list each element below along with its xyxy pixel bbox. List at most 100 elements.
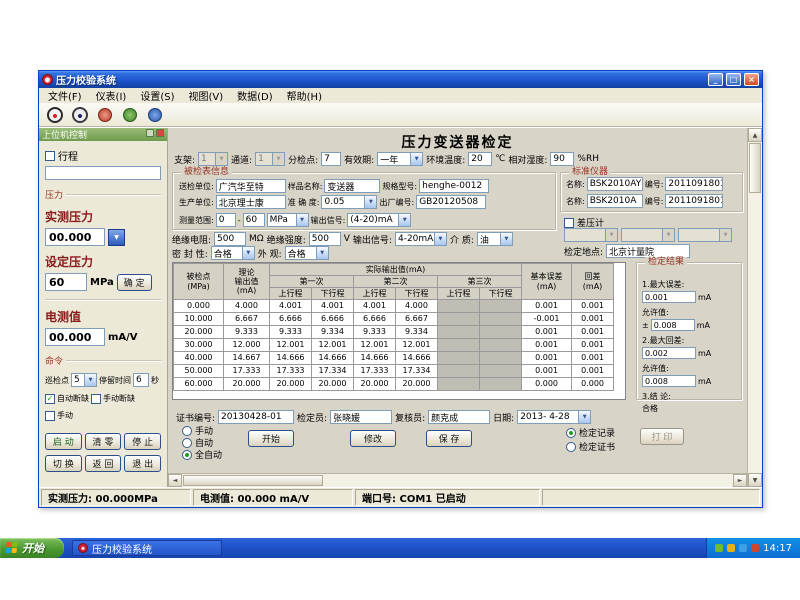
table-cell[interactable]: 20.000 [224, 378, 270, 391]
chevron-down-icon[interactable]: ▼ [272, 153, 284, 165]
table-cell[interactable]: 6.667 [396, 313, 438, 326]
std1-name-input[interactable]: BSK2010AY [587, 177, 643, 191]
table-cell[interactable]: 12.001 [396, 339, 438, 352]
tray-yellow-icon[interactable] [727, 544, 735, 552]
chevron-down-icon[interactable]: ▼ [316, 247, 328, 259]
tray-red-icon[interactable] [751, 544, 759, 552]
set-pressure-input[interactable]: 60 [45, 273, 87, 291]
factory-no-input[interactable]: GB20120508 [416, 195, 486, 209]
table-cell[interactable] [438, 352, 480, 365]
output-signal-select[interactable]: (4-20)mA▼ [347, 213, 411, 227]
horizontal-scrollbar[interactable]: ◄ ► [168, 473, 747, 487]
confirm-button[interactable]: 确 定 [117, 274, 152, 291]
table-cell[interactable]: -0.001 [522, 313, 572, 326]
table-cell[interactable] [480, 326, 522, 339]
table-cell[interactable]: 0.000 [174, 300, 224, 313]
table-cell[interactable]: 4.001 [354, 300, 396, 313]
table-cell[interactable]: 20.000 [396, 378, 438, 391]
scroll-down-icon[interactable]: ▼ [748, 473, 762, 487]
table-cell[interactable]: 4.001 [312, 300, 354, 313]
table-cell[interactable] [480, 313, 522, 326]
manual-break-checkbox[interactable]: ✓ [91, 394, 101, 404]
table-cell[interactable] [438, 365, 480, 378]
table-cell[interactable] [438, 300, 480, 313]
maker-input[interactable]: 北京理士康 [216, 195, 286, 209]
table-cell[interactable]: 0.000 [572, 378, 614, 391]
settings-tool[interactable] [144, 104, 165, 125]
range-to-input[interactable]: 60 [243, 213, 265, 227]
table-cell[interactable] [480, 352, 522, 365]
vertical-scrollbar[interactable]: ▲ ▼ [747, 128, 762, 487]
reviewer-input[interactable]: 颜克成 [428, 410, 490, 424]
points-input[interactable]: 7 [321, 152, 341, 166]
chevron-down-icon[interactable]: ▼ [364, 196, 376, 208]
table-cell[interactable]: 20.000 [174, 326, 224, 339]
scroll-left-icon[interactable]: ◄ [168, 474, 182, 487]
mode-manual-radio[interactable] [182, 426, 192, 436]
patrol-select[interactable]: 5▼ [71, 373, 97, 387]
manual-checkbox[interactable]: ✓ [45, 411, 55, 421]
table-cell[interactable]: 40.000 [174, 352, 224, 365]
table-cell[interactable]: 17.334 [396, 365, 438, 378]
verification-table[interactable]: 被检点 (MPa) 理论 输出值 (mA) 实际输出值(mA) 基本误差 (mA… [172, 262, 626, 400]
scroll-up-icon[interactable]: ▲ [748, 128, 762, 142]
table-cell[interactable]: 20.000 [354, 378, 396, 391]
range-unit-select[interactable]: MPa▼ [267, 213, 309, 227]
auto-break-checkbox[interactable]: ✓ [45, 394, 55, 404]
chevron-down-icon[interactable]: ▼ [434, 233, 446, 245]
table-cell[interactable]: 0.001 [572, 326, 614, 339]
table-cell[interactable]: 50.000 [174, 365, 224, 378]
medium-select[interactable]: 油▼ [477, 232, 513, 246]
output-signal2-select[interactable]: 4-20mA▼ [395, 232, 447, 246]
clock[interactable]: 14:17 [763, 543, 792, 554]
std2-name-input[interactable]: BSK2010A [587, 194, 643, 208]
modify-button[interactable]: 修改 [350, 430, 396, 447]
close-button[interactable]: × [744, 73, 759, 86]
menu-settings[interactable]: 设置(S) [133, 88, 181, 103]
table-cell[interactable]: 12.000 [224, 339, 270, 352]
appearance-select[interactable]: 合格▼ [285, 246, 329, 260]
table-cell[interactable]: 12.001 [270, 339, 312, 352]
stroke-input[interactable] [45, 166, 161, 180]
insulation-res-input[interactable]: 500 [214, 232, 246, 246]
std1-no-input[interactable]: 2011091801 [665, 177, 723, 191]
diff-gauge-checkbox[interactable]: ✓ [564, 218, 574, 228]
table-cell[interactable]: 0.001 [522, 352, 572, 365]
table-cell[interactable]: 0.001 [572, 352, 614, 365]
record-radio[interactable] [566, 428, 576, 438]
zero-button[interactable]: 清 零 [85, 433, 122, 450]
switch-button[interactable]: 切 换 [45, 455, 82, 472]
tray-blue-icon[interactable] [739, 544, 747, 552]
table-cell[interactable]: 9.333 [224, 326, 270, 339]
pin-icon[interactable] [146, 129, 154, 137]
cert-radio[interactable] [566, 442, 576, 452]
table-cell[interactable]: 9.333 [270, 326, 312, 339]
exit-button[interactable]: 退 出 [124, 455, 161, 472]
table-cell[interactable]: 60.000 [174, 378, 224, 391]
valve-tool[interactable] [119, 104, 140, 125]
cert-no-input[interactable]: 20130428-01 [218, 410, 294, 424]
start-button[interactable]: 启 动 [45, 433, 82, 450]
table-cell[interactable]: 6.666 [270, 313, 312, 326]
table-cell[interactable]: 17.333 [354, 365, 396, 378]
table-cell[interactable] [480, 339, 522, 352]
chevron-down-icon[interactable]: ▼ [84, 374, 96, 386]
table-cell[interactable]: 17.334 [312, 365, 354, 378]
spec-input[interactable]: henghe-0012 [419, 179, 489, 193]
table-cell[interactable]: 4.001 [270, 300, 312, 313]
stroke-checkbox[interactable]: ✓ [45, 151, 55, 161]
table-cell[interactable]: 0.001 [572, 300, 614, 313]
seal-select[interactable]: 合格▼ [211, 246, 255, 260]
table-row[interactable]: 60.00020.00020.00020.00020.00020.0000.00… [174, 378, 614, 391]
table-cell[interactable] [438, 313, 480, 326]
table-row[interactable]: 50.00017.33317.33317.33417.33317.3340.00… [174, 365, 614, 378]
table-cell[interactable] [438, 339, 480, 352]
table-cell[interactable]: 0.001 [522, 300, 572, 313]
table-cell[interactable]: 14.667 [224, 352, 270, 365]
table-cell[interactable]: 14.666 [354, 352, 396, 365]
insulation-str-input[interactable]: 500 [309, 232, 341, 246]
table-cell[interactable]: 0.001 [572, 365, 614, 378]
table-cell[interactable]: 4.000 [224, 300, 270, 313]
menu-file[interactable]: 文件(F) [41, 88, 89, 103]
menu-help[interactable]: 帮助(H) [280, 88, 329, 103]
